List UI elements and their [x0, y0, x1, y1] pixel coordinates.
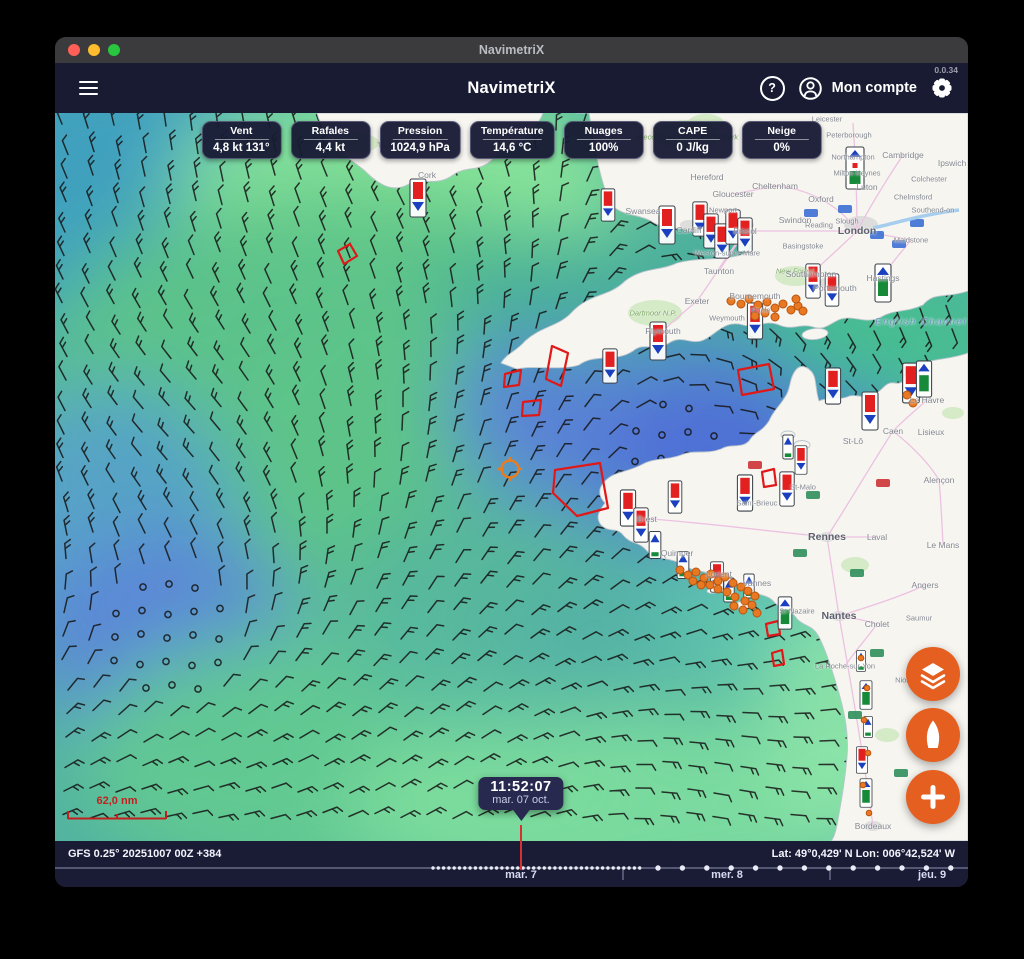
weather-map[interactable]: TraleeCorkLeicesterPeterboroughNorthampt… — [55, 113, 968, 841]
chip-value: 0 J/kg — [664, 142, 722, 154]
station-marker — [737, 475, 752, 511]
chip-label: CAPE — [664, 125, 722, 137]
station-marker — [862, 392, 878, 430]
station-marker — [668, 481, 682, 513]
model-run-label: GFS 0.25° 20251007 00Z +384 — [68, 848, 221, 860]
station-marker — [806, 264, 820, 298]
help-icon[interactable]: ? — [760, 76, 785, 101]
timeline-bar: GFS 0.25° 20251007 00Z +384 Lat: 49°0,42… — [55, 841, 968, 887]
chip-snow[interactable]: Neige 0% — [742, 121, 822, 159]
station-marker — [603, 349, 617, 383]
app-window: NavimetriX NavimetriX ? Mon compte — [55, 37, 968, 887]
station-marker — [780, 472, 794, 506]
version-label: 0.0.34 — [934, 65, 958, 75]
chip-value: 100% — [575, 142, 633, 154]
map-canvas — [55, 113, 968, 841]
macos-titlebar: NavimetriX — [55, 37, 968, 63]
station-marker — [825, 274, 839, 306]
chip-value: 4,8 kt 131° — [212, 142, 270, 154]
boat-icon — [916, 718, 950, 752]
app-header: NavimetriX ? Mon compte — [55, 63, 968, 113]
chip-cape[interactable]: CAPE 0 J/kg — [653, 121, 733, 159]
chip-value: 14,6 °C — [481, 142, 544, 154]
chip-gusts[interactable]: Rafales 4,4 kt — [290, 121, 370, 159]
coordinates-label: Lat: 49°0,429' N Lon: 006°42,524' W — [772, 848, 955, 860]
station-marker — [634, 508, 648, 542]
help-glyph: ? — [768, 81, 776, 95]
day-label-tue[interactable]: mar. 7 — [505, 869, 537, 881]
chip-value: 1024,9 hPa — [390, 142, 449, 154]
layers-icon — [916, 657, 950, 691]
bubble-tail — [512, 809, 530, 821]
station-marker — [846, 147, 864, 189]
station-marker — [410, 179, 426, 217]
chip-value: 4,4 kt — [301, 142, 359, 154]
chip-pressure[interactable]: Pression 1024,9 hPa — [379, 121, 460, 159]
station-marker — [875, 264, 891, 302]
time-bubble[interactable]: 11:52:07 mar. 07 oct. — [478, 777, 563, 810]
station-marker — [738, 218, 752, 252]
station-marker — [795, 446, 807, 475]
station-marker — [601, 189, 615, 221]
current-time: 11:52:07 — [490, 779, 551, 795]
weather-chip-row: Vent 4,8 kt 131° Rafales 4,4 kt Pression… — [201, 121, 821, 159]
station-marker — [659, 206, 675, 244]
station-marker — [783, 435, 793, 459]
chip-label: Pression — [390, 125, 449, 137]
account-icon[interactable] — [798, 76, 823, 101]
station-marker — [650, 322, 666, 360]
plus-icon — [918, 782, 948, 812]
time-cursor-line — [520, 825, 522, 841]
chip-label: Température — [481, 125, 544, 137]
chip-wind[interactable]: Vent 4,8 kt 131° — [201, 121, 281, 159]
settings-gear-icon[interactable] — [930, 76, 954, 100]
window-title: NavimetriX — [55, 43, 968, 57]
chip-label: Rafales — [301, 125, 359, 137]
station-marker — [649, 532, 661, 559]
chip-clouds[interactable]: Nuages 100% — [564, 121, 644, 159]
chip-temperature[interactable]: Température 14,6 °C — [470, 121, 555, 159]
current-date: mar. 07 oct. — [490, 794, 551, 806]
chip-label: Vent — [212, 125, 270, 137]
account-label[interactable]: Mon compte — [832, 80, 917, 96]
scale-label: 62,0 nm — [67, 795, 167, 807]
day-label-thu[interactable]: jeu. 9 — [918, 869, 946, 881]
map-scale-bar: 62,0 nm — [67, 795, 167, 825]
chip-label: Nuages — [575, 125, 633, 137]
menu-icon[interactable] — [75, 77, 102, 100]
chip-value: 0% — [753, 142, 811, 154]
layers-fab-button[interactable] — [906, 647, 960, 701]
station-marker — [825, 368, 840, 404]
timeline-cursor[interactable] — [520, 841, 522, 870]
day-label-wed[interactable]: mer. 8 — [711, 869, 743, 881]
chip-label: Neige — [753, 125, 811, 137]
station-marker — [916, 361, 931, 397]
add-fab-button[interactable] — [906, 770, 960, 824]
boat-fab-button[interactable] — [906, 708, 960, 762]
station-marker — [778, 597, 792, 629]
